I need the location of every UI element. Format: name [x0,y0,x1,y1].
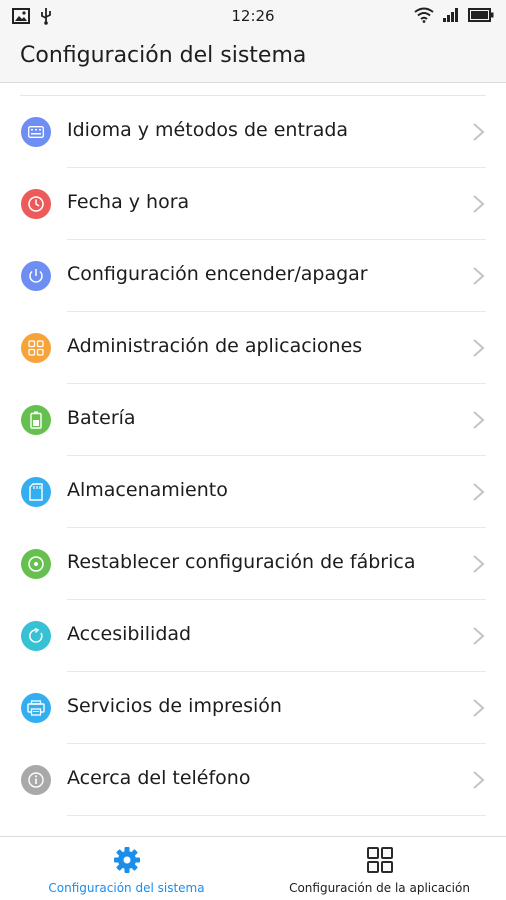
bottom-navigation: Configuración del sistema Configuración … [0,836,506,900]
battery-status-icon [468,8,494,22]
keyboard-icon [21,117,51,147]
settings-item-factory-reset[interactable]: Restablecer configuración de fábrica [0,528,506,600]
settings-item-date-time[interactable]: Fecha y hora [0,168,506,240]
printer-icon [21,693,51,723]
page-title: Configuración del sistema [20,43,307,68]
tab-label: Configuración del sistema [48,881,205,895]
settings-item-about-phone[interactable]: Acerca del teléfono [0,744,506,816]
gear-icon [113,847,140,873]
reset-icon [21,549,51,579]
settings-item-battery[interactable]: Batería [0,384,506,456]
chevron-right-icon [473,771,485,789]
settings-item-label: Batería [67,407,136,429]
settings-item-label: Almacenamiento [67,479,228,501]
chevron-right-icon [473,699,485,717]
chevron-right-icon [473,411,485,429]
settings-item-printing[interactable]: Servicios de impresión [0,672,506,744]
settings-item-label: Fecha y hora [67,191,190,213]
grid-icon [366,847,393,873]
chevron-right-icon [473,483,485,501]
app-header: Configuración del sistema [0,32,506,83]
settings-item-label: Acerca del teléfono [67,767,251,789]
sd-card-icon [21,477,51,507]
settings-item-label: Administración de aplicaciones [67,335,363,357]
settings-item-power[interactable]: Configuración encender/apagar [0,240,506,312]
settings-item-label: Idioma y métodos de entrada [67,119,349,141]
settings-item-language[interactable]: Idioma y métodos de entrada [0,96,506,168]
apps-grid-icon [21,333,51,363]
settings-item-storage[interactable]: Almacenamiento [0,456,506,528]
clock-icon [21,189,51,219]
chevron-right-icon [473,267,485,285]
accessibility-icon [21,621,51,651]
battery-icon [21,405,51,435]
tab-label: Configuración de la aplicación [289,881,470,895]
row-divider [67,815,486,816]
settings-item-label: Servicios de impresión [67,695,282,717]
chevron-right-icon [473,555,485,573]
wifi-icon [414,7,434,23]
settings-item-accessibility[interactable]: Accesibilidad [0,600,506,672]
settings-item-label: Restablecer configuración de fábrica [67,551,416,573]
tab-system-settings[interactable]: Configuración del sistema [0,837,253,900]
chevron-right-icon [473,195,485,213]
settings-item-label: Configuración encender/apagar [67,263,368,285]
chevron-right-icon [473,339,485,357]
power-icon [21,261,51,291]
chevron-right-icon [473,123,485,141]
status-bar: 12:26 [0,0,506,32]
settings-item-label: Accesibilidad [67,623,192,645]
signal-icon [443,8,458,22]
tab-app-settings[interactable]: Configuración de la aplicación [253,837,506,900]
chevron-right-icon [473,627,485,645]
settings-item-apps[interactable]: Administración de aplicaciones [0,312,506,384]
info-icon [21,765,51,795]
